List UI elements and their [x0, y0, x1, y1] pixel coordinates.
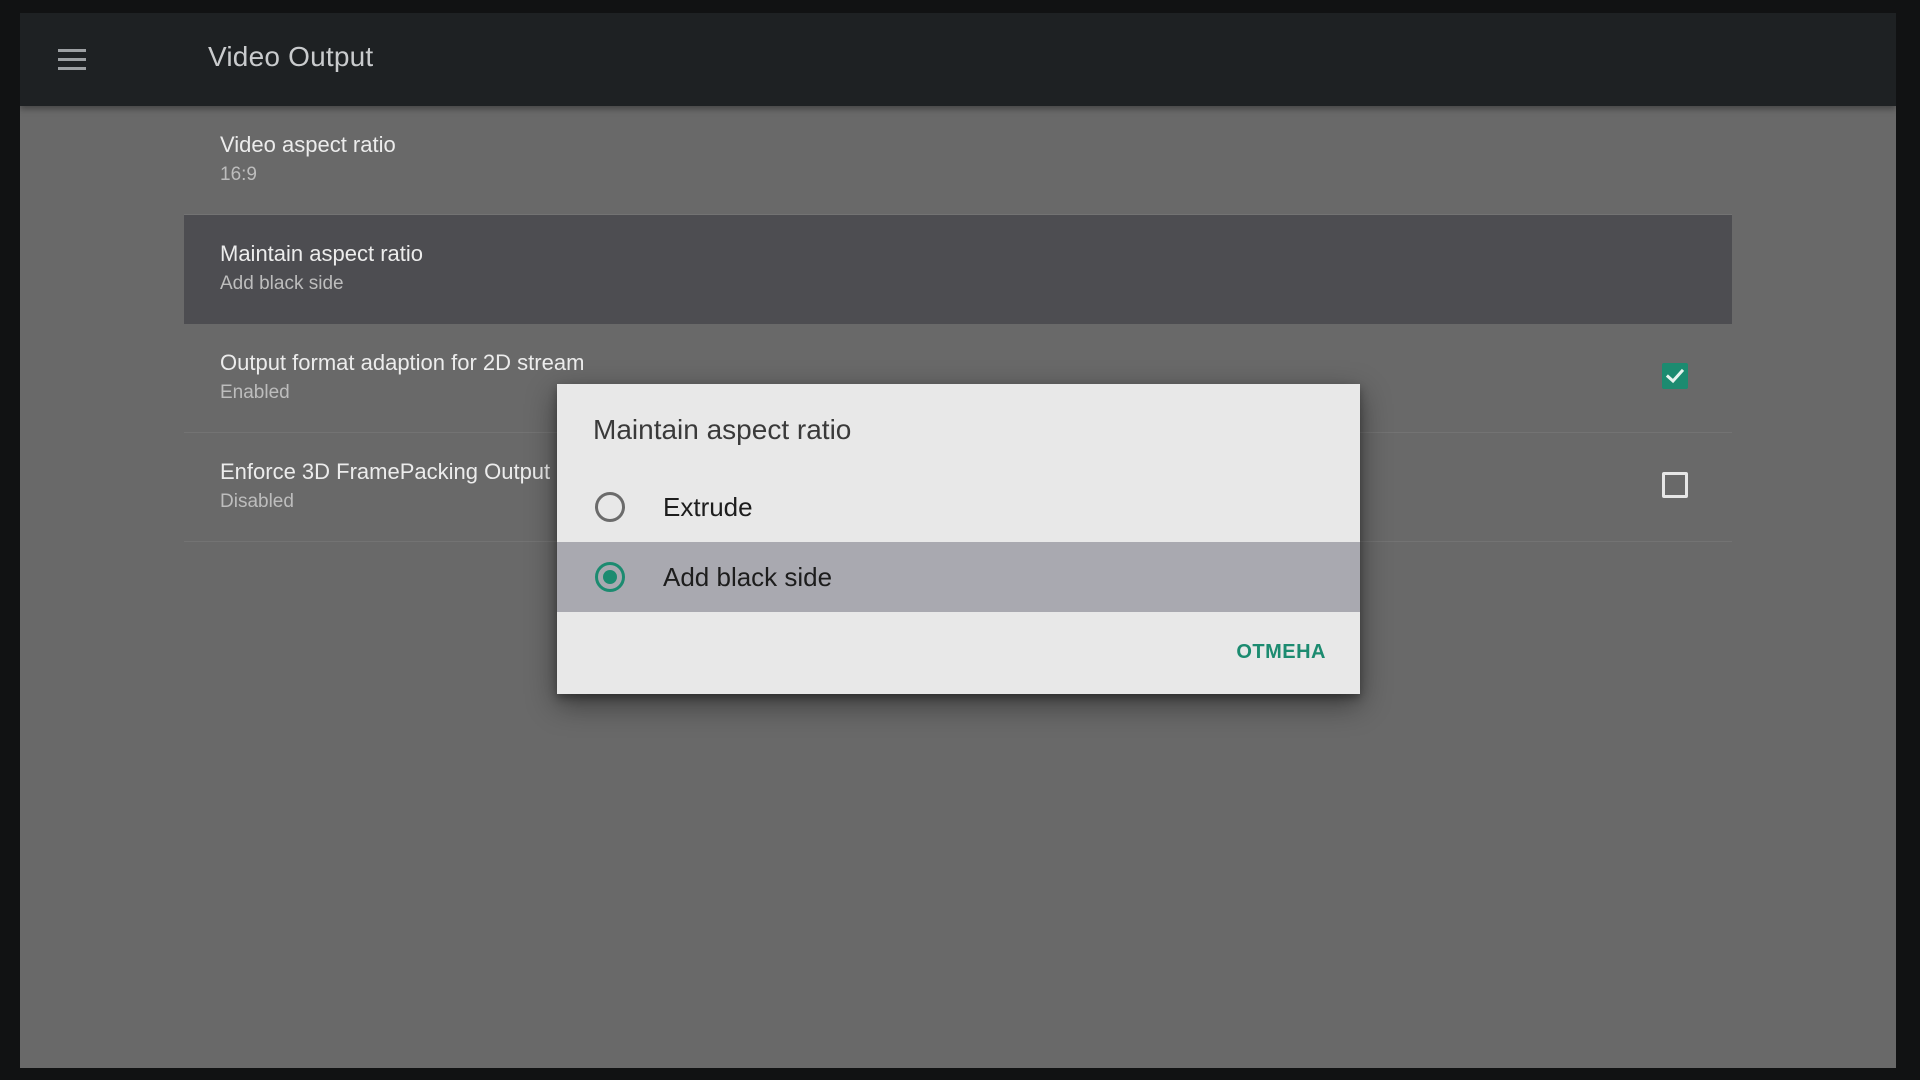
- option-label: Add black side: [663, 562, 833, 592]
- cancel-button[interactable]: ОТМЕНА: [1236, 641, 1326, 664]
- setting-video-aspect-ratio[interactable]: Video aspect ratio 16:9: [184, 106, 1732, 215]
- aspect-ratio-dialog: Maintain aspect ratio Extrude Add black …: [557, 384, 1360, 694]
- setting-title: Enforce 3D FramePacking Output: [220, 459, 551, 484]
- setting-summary: 16:9: [220, 164, 257, 185]
- checkbox-checked-icon[interactable]: [1662, 363, 1688, 389]
- setting-title: Maintain aspect ratio: [220, 241, 423, 266]
- app-bar: Video Output: [20, 13, 1896, 106]
- radio-selected-icon[interactable]: [595, 562, 625, 592]
- setting-summary: Add black side: [220, 273, 344, 294]
- option-label: Extrude: [663, 492, 753, 522]
- page-title: Video Output: [208, 41, 374, 72]
- checkbox-unchecked-icon[interactable]: [1662, 472, 1688, 498]
- option-extrude[interactable]: Extrude: [557, 472, 1360, 542]
- setting-title: Video aspect ratio: [220, 132, 396, 157]
- setting-title: Output format adaption for 2D stream: [220, 350, 585, 375]
- setting-summary: Enabled: [220, 382, 290, 403]
- radio-unselected-icon[interactable]: [595, 492, 625, 522]
- setting-summary: Disabled: [220, 491, 294, 512]
- option-add-black-side[interactable]: Add black side: [557, 542, 1360, 612]
- screen: Video Output Video aspect ratio 16:9 Mai…: [20, 13, 1896, 1068]
- setting-maintain-aspect-ratio[interactable]: Maintain aspect ratio Add black side: [184, 215, 1732, 324]
- dialog-title: Maintain aspect ratio: [593, 414, 852, 445]
- hamburger-menu-icon[interactable]: [58, 49, 86, 70]
